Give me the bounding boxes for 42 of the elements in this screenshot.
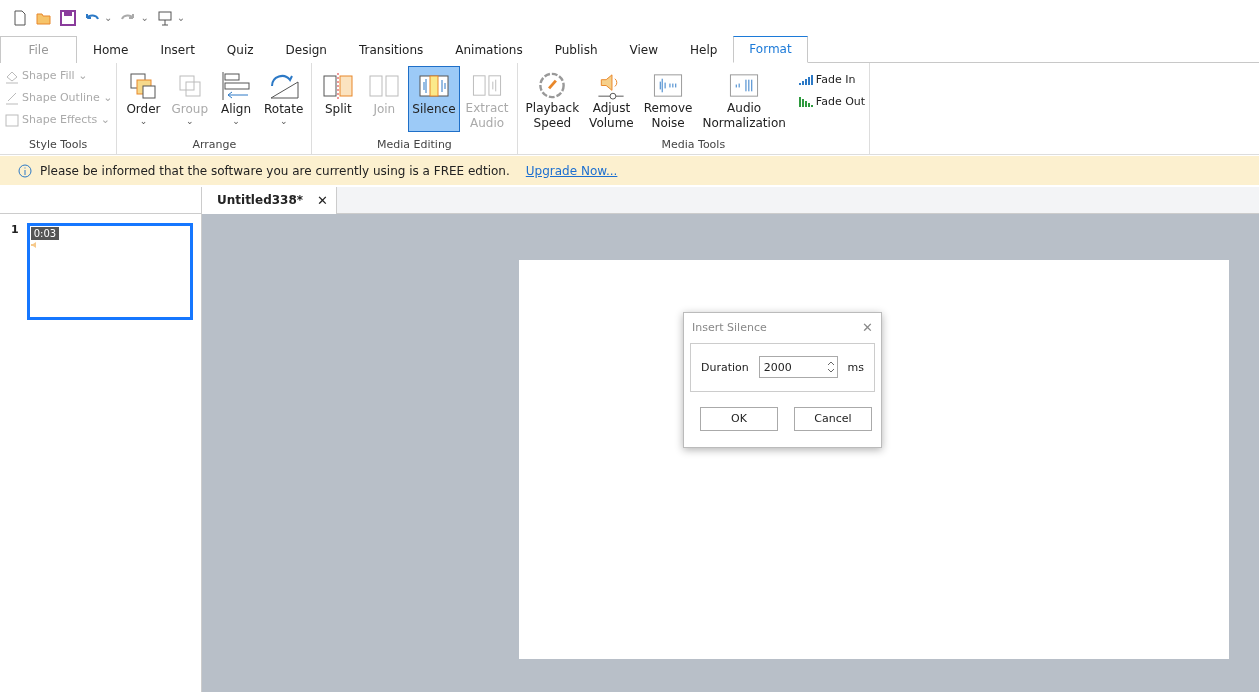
duration-badge: 0:03	[30, 227, 60, 240]
align-icon	[220, 69, 252, 102]
ribbon-small-button[interactable]: Fade Out	[797, 91, 866, 112]
ribbon-button[interactable]: Rotate ⌄	[260, 65, 308, 132]
ribbon-button[interactable]: Order ⌄	[121, 65, 166, 132]
presentation-icon	[156, 9, 173, 26]
group-title: Media Tools	[660, 138, 727, 154]
ribbon-button[interactable]: Align ⌄	[214, 65, 258, 132]
save-icon	[60, 9, 76, 26]
ribbon-button[interactable]: Split	[316, 65, 361, 132]
present-dropdown-caret[interactable]: ⌄	[176, 12, 186, 24]
dialog-button[interactable]: OK	[700, 407, 778, 431]
duration-spinbox[interactable]: 2000	[758, 356, 838, 379]
group-title: Arrange	[191, 138, 238, 154]
group-title: Style Tools	[28, 138, 89, 154]
spin-arrows-icon	[826, 360, 835, 375]
close-button[interactable]: ✕	[862, 320, 873, 336]
ribbon-button[interactable]: Playback Speed	[521, 65, 584, 132]
rising-bars-icon	[797, 73, 814, 86]
ribbon-button[interactable]: Silence	[408, 65, 460, 132]
ribbon-button[interactable]: Remove Noise	[639, 65, 697, 132]
document-tab[interactable]: Untitled338* ✕	[202, 187, 337, 214]
ribbon-small-button[interactable]: Fade In	[797, 69, 866, 90]
unit-label: ms	[847, 361, 864, 374]
new-file-icon	[12, 9, 28, 26]
info-message: Please be informed that the software you are currently using is a FREE edtion.	[40, 163, 510, 178]
redo-dropdown-caret[interactable]: ⌄	[140, 12, 149, 24]
undo-dropdown-caret[interactable]: ⌄	[104, 12, 113, 24]
slide-number: 1	[11, 223, 19, 238]
close-tab-button[interactable]: ✕	[317, 193, 328, 208]
ribbon-button[interactable]: Audio Normalization	[698, 65, 790, 132]
slide-thumbnail[interactable]: 0:03	[26, 223, 193, 320]
info-icon	[18, 163, 32, 178]
ribbon-tab[interactable]: Format	[733, 35, 808, 63]
falling-bars-icon	[797, 95, 814, 108]
dialog-button[interactable]: Cancel	[794, 407, 872, 431]
ribbon-button[interactable]: Adjust Volume	[585, 65, 638, 132]
upgrade-link[interactable]: Upgrade Now...	[525, 163, 618, 178]
duration-label: Duration	[701, 361, 749, 374]
square-effects-icon	[4, 111, 20, 128]
group-title: Media Editing	[376, 138, 453, 154]
dialog-title: Insert Silence	[692, 321, 767, 335]
